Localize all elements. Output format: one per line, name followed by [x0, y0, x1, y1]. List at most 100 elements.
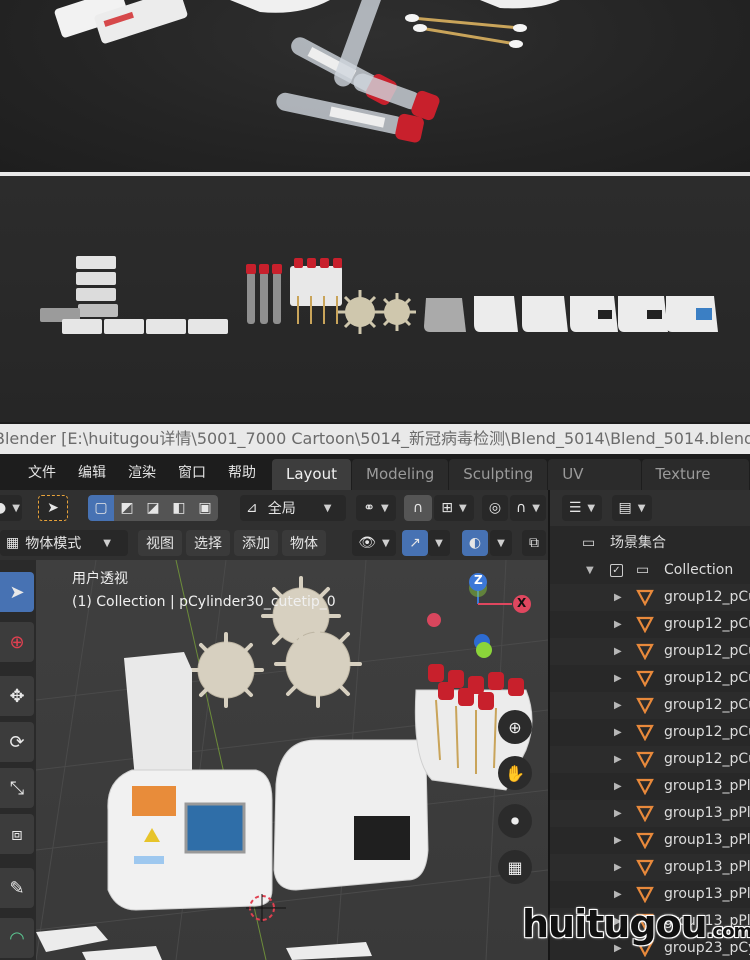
menu-file[interactable]: 文件: [16, 462, 66, 482]
ortho-toggle-button[interactable]: ▦: [498, 850, 532, 884]
select-mode-new[interactable]: ▢: [88, 495, 114, 521]
menu-edit[interactable]: 编辑: [66, 462, 116, 482]
menu-select[interactable]: 选择: [186, 530, 230, 556]
snap-toggle[interactable]: ∩: [404, 495, 432, 521]
proportional-edit-toggle[interactable]: ◎: [482, 495, 508, 521]
menu-add[interactable]: 添加: [234, 530, 278, 556]
tool-move[interactable]: ✥: [0, 676, 34, 716]
select-box-tool[interactable]: ➤: [38, 495, 68, 521]
gizmo-toggle[interactable]: ↗: [402, 530, 428, 556]
outliner-object-label: group12_pCu: [664, 724, 750, 740]
outliner-object-row[interactable]: ▶ group12_pCu: [550, 665, 750, 692]
overlay-dropdown[interactable]: ▼: [490, 530, 512, 556]
select-mode-subtract[interactable]: ◪: [140, 495, 166, 521]
tool-rotate[interactable]: ⟳: [0, 722, 34, 762]
chevron-down-icon: ▼: [323, 502, 332, 514]
select-mode-invert[interactable]: ◧: [166, 495, 192, 521]
tool-cursor[interactable]: ⊕: [0, 622, 34, 662]
expand-right-icon[interactable]: ▶: [614, 692, 622, 719]
tool-select[interactable]: ➤: [0, 572, 34, 612]
collection-row[interactable]: ▼ ✓ ▭ Collection: [550, 557, 750, 584]
scene-collection-row[interactable]: ▭ 场景集合: [550, 530, 750, 557]
tab-uv-editing[interactable]: UV Editing: [548, 459, 641, 513]
expand-right-icon[interactable]: ▶: [614, 854, 622, 881]
display-mode-dropdown[interactable]: ▤ ▼: [612, 495, 652, 521]
select-subtract-icon: ◪: [146, 500, 160, 516]
tool-transform[interactable]: ⧈: [0, 814, 34, 854]
snap-target-dropdown[interactable]: ⊞ ▼: [434, 495, 474, 521]
outliner-object-row[interactable]: ▶ group13_pPl: [550, 773, 750, 800]
outliner-object-label: group13_pPl: [664, 805, 750, 821]
expand-right-icon[interactable]: ▶: [614, 638, 622, 665]
overlay-toggle[interactable]: ◐: [462, 530, 488, 556]
outliner-object-row[interactable]: ▶ group12_pCu: [550, 719, 750, 746]
cursor-tool-dropdown[interactable]: ● ▼: [0, 495, 22, 521]
editor-type-dropdown[interactable]: ☰ ▼: [562, 495, 602, 521]
tool-measure[interactable]: ◠: [0, 918, 34, 958]
blender-window: 文件 编辑 渲染 窗口 帮助 Layout Modeling Sculpting…: [0, 454, 750, 960]
transform-icon: ⧈: [11, 823, 23, 845]
outliner-object-label: group12_pCu: [664, 751, 750, 767]
outliner-object-row[interactable]: ▶ group13_pPl: [550, 827, 750, 854]
menu-view[interactable]: 视图: [138, 530, 182, 556]
expand-right-icon[interactable]: ▶: [614, 827, 622, 854]
pan-button[interactable]: ✋: [498, 756, 532, 790]
checkbox-icon[interactable]: ✓: [610, 564, 623, 577]
menu-window[interactable]: 窗口: [166, 462, 216, 482]
magnifier-icon: ⊕: [508, 717, 522, 737]
view-name-label: 用户透视: [72, 571, 128, 587]
expand-right-icon[interactable]: ▶: [614, 719, 622, 746]
pivot-icon: ⚭: [363, 500, 376, 516]
outliner-object-row[interactable]: ▶ group12_pCu: [550, 611, 750, 638]
toolbar-left: ➤ ⊕ ✥ ⟳ ⤡ ⧈ ✎ ◠: [0, 560, 36, 960]
xray-icon: ⧉: [529, 535, 539, 551]
outliner-object-row[interactable]: ▶ group13_pPl: [550, 854, 750, 881]
expand-right-icon[interactable]: ▶: [614, 773, 622, 800]
3d-viewport[interactable]: 用户透视 (1) Collection | pCylinder30_cuteti…: [36, 560, 548, 960]
gizmo-icon: ↗: [409, 535, 421, 551]
scale-icon: ⤡: [9, 777, 25, 799]
xray-toggle[interactable]: ⧉: [522, 530, 546, 556]
outliner-object-label: group12_pCu: [664, 643, 750, 659]
outliner-object-row[interactable]: ▶ group12_pCu: [550, 584, 750, 611]
outliner-header: ☰ ▼ ▤ ▼: [550, 490, 750, 526]
expand-right-icon[interactable]: ▶: [614, 584, 622, 611]
tab-texture-paint[interactable]: Texture Paint: [641, 459, 749, 513]
transform-orientation-dropdown[interactable]: ⊿ 全局 ▼: [240, 495, 346, 521]
tool-scale[interactable]: ⤡: [0, 768, 34, 808]
menu-render[interactable]: 渲染: [116, 462, 166, 482]
gizmo-dropdown[interactable]: ▼: [428, 530, 450, 556]
camera-view-button[interactable]: ⏺: [498, 804, 532, 838]
tab-layout[interactable]: Layout: [272, 459, 351, 490]
tab-modeling[interactable]: Modeling: [352, 459, 449, 490]
mesh-object-icon: [636, 643, 654, 660]
outliner-object-row[interactable]: ▶ group13_pPl: [550, 800, 750, 827]
select-mode-intersect[interactable]: ▣: [192, 495, 218, 521]
mesh-object-icon: [636, 778, 654, 795]
select-arrow-icon: ➤: [47, 500, 59, 516]
mode-dropdown[interactable]: ▦ 物体模式 ▼: [0, 530, 128, 556]
expand-right-icon[interactable]: ▶: [614, 746, 622, 773]
proportional-icon: ◎: [488, 500, 502, 516]
collection-label: Collection: [664, 562, 734, 578]
outliner-object-row[interactable]: ▶ group12_pCu: [550, 746, 750, 773]
select-arrow-icon: ➤: [9, 581, 25, 603]
visibility-dropdown[interactable]: 👁 ▼: [352, 530, 396, 556]
falloff-dropdown[interactable]: ∩ ▼: [510, 495, 546, 521]
outliner-object-row[interactable]: ▶ group12_pCu: [550, 638, 750, 665]
expand-right-icon[interactable]: ▶: [614, 611, 622, 638]
expand-down-icon[interactable]: ▼: [586, 557, 594, 584]
object-mode-icon: ▦: [6, 535, 20, 551]
expand-right-icon[interactable]: ▶: [614, 665, 622, 692]
select-mode-extend[interactable]: ◩: [114, 495, 140, 521]
rotate-icon: ⟳: [9, 731, 25, 753]
menu-object[interactable]: 物体: [282, 530, 326, 556]
outliner-object-row[interactable]: ▶ group12_pCu: [550, 692, 750, 719]
watermark-suffix: .com: [706, 921, 750, 942]
menu-help[interactable]: 帮助: [216, 462, 266, 482]
expand-right-icon[interactable]: ▶: [614, 800, 622, 827]
tool-annotate[interactable]: ✎: [0, 868, 34, 908]
pivot-point-dropdown[interactable]: ⚭ ▼: [356, 495, 396, 521]
zoom-button[interactable]: ⊕: [498, 710, 532, 744]
tab-sculpting[interactable]: Sculpting: [449, 459, 548, 490]
